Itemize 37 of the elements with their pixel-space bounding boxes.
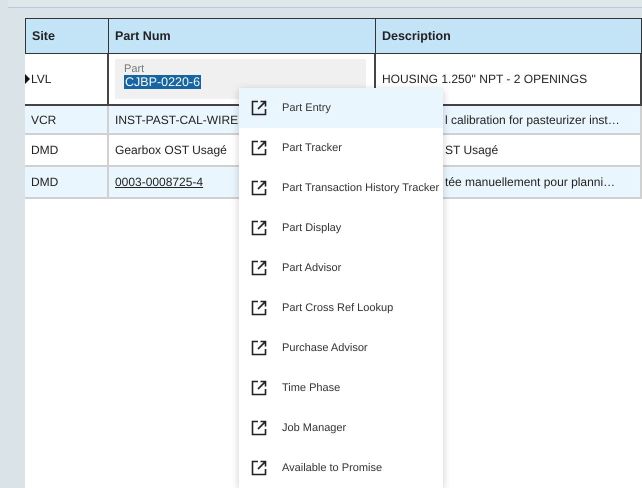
table-cell-text: ST Usagé — [445, 143, 498, 157]
external-link-icon — [251, 100, 267, 116]
table-cell-text: VCR — [31, 112, 56, 126]
table-cell-text: l calibration for pasteurizer inst… — [445, 112, 620, 126]
external-link-icon — [251, 140, 267, 156]
external-link-icon — [251, 380, 267, 396]
external-link-icon — [251, 180, 267, 196]
external-link-icon — [251, 220, 267, 236]
menu-item[interactable]: Part Tracker — [239, 128, 443, 168]
field-value: CJBP-0220-6 — [124, 75, 202, 89]
column-header[interactable]: Description — [376, 18, 642, 54]
table-cell-text: LVL — [31, 72, 52, 86]
table-cell-text: INST-PAST-CAL-WIRE — [115, 112, 238, 126]
menu-item[interactable]: Part Transaction History Tracker — [239, 168, 443, 208]
table-cell-text: DMD — [31, 143, 58, 157]
menu-item[interactable]: Time Phase — [239, 368, 443, 408]
column-header[interactable]: Part Num — [109, 18, 376, 54]
table-cell-text: tée manuellement pour planni… — [445, 175, 616, 189]
external-link-icon — [251, 260, 267, 276]
menu-item[interactable]: Job Manager — [239, 408, 443, 448]
external-link-icon — [251, 300, 267, 316]
table-cell-text: Gearbox OST Usagé — [115, 143, 227, 157]
current-row-icon — [25, 74, 30, 84]
menu-item[interactable]: Part Entry — [239, 88, 443, 128]
menu-item[interactable]: Part Cross Ref Lookup — [239, 288, 443, 328]
menu-item[interactable]: Part Display — [239, 208, 443, 248]
part-link[interactable]: 0003-0008725-4 — [115, 175, 204, 189]
table-cell-text: DMD — [31, 175, 58, 189]
external-link-icon — [251, 460, 267, 476]
column-header[interactable]: Site — [25, 18, 109, 54]
external-link-icon — [251, 340, 267, 356]
table-cell-text: HOUSING 1.250'' NPT - 2 OPENINGS — [382, 72, 588, 86]
field-label: Part — [124, 63, 144, 75]
menu-item[interactable]: Available to Promise — [239, 448, 443, 488]
external-link-icon — [251, 420, 267, 436]
menu-item[interactable]: Part Advisor — [239, 248, 443, 288]
menu-item[interactable]: Purchase Advisor — [239, 328, 443, 368]
